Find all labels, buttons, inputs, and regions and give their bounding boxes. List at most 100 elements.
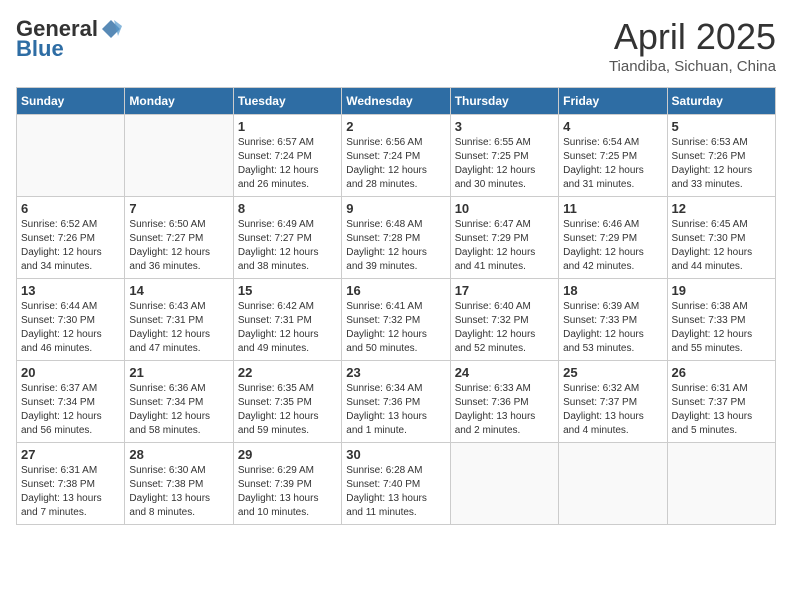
day-detail: Sunrise: 6:36 AM Sunset: 7:34 PM Dayligh… [129,382,228,438]
day-number: 14 [129,283,228,298]
month-title: April 2025 [609,16,776,58]
calendar-cell: 29 Sunrise: 6:29 AM Sunset: 7:39 PM Dayli… [233,443,341,525]
calendar-cell [17,115,125,197]
calendar-cell: 17 Sunrise: 6:40 AM Sunset: 7:32 PM Dayli… [450,279,558,361]
day-number: 18 [563,283,662,298]
day-of-week-header: Saturday [667,88,775,115]
day-detail: Sunrise: 6:33 AM Sunset: 7:36 PM Dayligh… [455,382,554,438]
day-number: 21 [129,365,228,380]
day-number: 15 [238,283,337,298]
day-number: 10 [455,201,554,216]
calendar-cell: 30Sunrise: 6:28 AM Sunset: 7:40 PM Dayli… [342,443,450,525]
day-number: 27 [21,447,120,462]
calendar-cell [125,115,233,197]
day-of-week-header: Friday [559,88,667,115]
day-number: 11 [563,201,662,216]
calendar-cell: 26 Sunrise: 6:31 AM Sunset: 7:37 PM Dayli… [667,361,775,443]
calendar-week-row: 27 Sunrise: 6:31 AM Sunset: 7:38 PM Dayli… [17,443,776,525]
day-detail: Sunrise: 6:40 AM Sunset: 7:32 PM Dayligh… [455,300,554,356]
day-detail: Sunrise: 6:31 AM Sunset: 7:38 PM Dayligh… [21,464,120,520]
day-detail: Sunrise: 6:32 AM Sunset: 7:37 PM Dayligh… [563,382,662,438]
day-of-week-header: Wednesday [342,88,450,115]
day-detail: Sunrise: 6:35 AM Sunset: 7:35 PM Dayligh… [238,382,337,438]
calendar-cell: 2 Sunrise: 6:56 AM Sunset: 7:24 PM Daylig… [342,115,450,197]
day-detail: Sunrise: 6:44 AM Sunset: 7:30 PM Dayligh… [21,300,120,356]
calendar-week-row: 1Sunrise: 6:57 AM Sunset: 7:24 PM Daylig… [17,115,776,197]
day-of-week-header: Tuesday [233,88,341,115]
day-detail: Sunrise: 6:41 AM Sunset: 7:32 PM Dayligh… [346,300,445,356]
calendar-table: SundayMondayTuesdayWednesdayThursdayFrid… [16,87,776,525]
day-number: 2 [346,119,445,134]
day-detail: Sunrise: 6:39 AM Sunset: 7:33 PM Dayligh… [563,300,662,356]
logo-blue: Blue [16,36,64,62]
page-header: General Blue April 2025 Tiandiba, Sichua… [16,16,776,75]
day-detail: Sunrise: 6:53 AM Sunset: 7:26 PM Dayligh… [672,136,771,192]
day-number: 16 [346,283,445,298]
day-number: 26 [672,365,771,380]
calendar-cell: 7 Sunrise: 6:50 AM Sunset: 7:27 PM Daylig… [125,197,233,279]
day-number: 7 [129,201,228,216]
calendar-cell: 19 Sunrise: 6:38 AM Sunset: 7:33 PM Dayli… [667,279,775,361]
day-detail: Sunrise: 6:48 AM Sunset: 7:28 PM Dayligh… [346,218,445,274]
calendar-cell: 16 Sunrise: 6:41 AM Sunset: 7:32 PM Dayli… [342,279,450,361]
day-number: 22 [238,365,337,380]
day-detail: Sunrise: 6:37 AM Sunset: 7:34 PM Dayligh… [21,382,120,438]
day-detail: Sunrise: 6:42 AM Sunset: 7:31 PM Dayligh… [238,300,337,356]
day-detail: Sunrise: 6:43 AM Sunset: 7:31 PM Dayligh… [129,300,228,356]
day-number: 5 [672,119,771,134]
calendar-cell: 6 Sunrise: 6:52 AM Sunset: 7:26 PM Daylig… [17,197,125,279]
title-block: April 2025 Tiandiba, Sichuan, China [609,16,776,75]
day-number: 17 [455,283,554,298]
calendar-cell: 9 Sunrise: 6:48 AM Sunset: 7:28 PM Daylig… [342,197,450,279]
day-detail: Sunrise: 6:55 AM Sunset: 7:25 PM Dayligh… [455,136,554,192]
day-detail: Sunrise: 6:46 AM Sunset: 7:29 PM Dayligh… [563,218,662,274]
day-detail: Sunrise: 6:57 AM Sunset: 7:24 PM Dayligh… [238,136,337,192]
day-number: 4 [563,119,662,134]
day-number: 9 [346,201,445,216]
calendar-cell: 14 Sunrise: 6:43 AM Sunset: 7:31 PM Dayli… [125,279,233,361]
day-detail: Sunrise: 6:56 AM Sunset: 7:24 PM Dayligh… [346,136,445,192]
calendar-cell: 23 Sunrise: 6:34 AM Sunset: 7:36 PM Dayli… [342,361,450,443]
day-detail: Sunrise: 6:38 AM Sunset: 7:33 PM Dayligh… [672,300,771,356]
calendar-cell: 27 Sunrise: 6:31 AM Sunset: 7:38 PM Dayli… [17,443,125,525]
calendar-week-row: 6 Sunrise: 6:52 AM Sunset: 7:26 PM Daylig… [17,197,776,279]
day-detail: Sunrise: 6:45 AM Sunset: 7:30 PM Dayligh… [672,218,771,274]
calendar-cell [667,443,775,525]
day-detail: Sunrise: 6:52 AM Sunset: 7:26 PM Dayligh… [21,218,120,274]
day-number: 20 [21,365,120,380]
day-detail: Sunrise: 6:49 AM Sunset: 7:27 PM Dayligh… [238,218,337,274]
calendar-cell: 20 Sunrise: 6:37 AM Sunset: 7:34 PM Dayli… [17,361,125,443]
day-number: 8 [238,201,337,216]
day-number: 12 [672,201,771,216]
day-number: 23 [346,365,445,380]
day-number: 19 [672,283,771,298]
day-detail: Sunrise: 6:54 AM Sunset: 7:25 PM Dayligh… [563,136,662,192]
day-detail: Sunrise: 6:47 AM Sunset: 7:29 PM Dayligh… [455,218,554,274]
location: Tiandiba, Sichuan, China [609,58,776,75]
day-number: 25 [563,365,662,380]
calendar-cell: 3 Sunrise: 6:55 AM Sunset: 7:25 PM Daylig… [450,115,558,197]
day-detail: Sunrise: 6:50 AM Sunset: 7:27 PM Dayligh… [129,218,228,274]
day-number: 29 [238,447,337,462]
calendar-cell: 5 Sunrise: 6:53 AM Sunset: 7:26 PM Daylig… [667,115,775,197]
calendar-cell: 12 Sunrise: 6:45 AM Sunset: 7:30 PM Dayli… [667,197,775,279]
calendar-cell: 25 Sunrise: 6:32 AM Sunset: 7:37 PM Dayli… [559,361,667,443]
day-number: 3 [455,119,554,134]
calendar-cell: 4 Sunrise: 6:54 AM Sunset: 7:25 PM Daylig… [559,115,667,197]
calendar-cell: 15 Sunrise: 6:42 AM Sunset: 7:31 PM Dayli… [233,279,341,361]
calendar-cell: 11 Sunrise: 6:46 AM Sunset: 7:29 PM Dayli… [559,197,667,279]
logo-icon [100,18,122,40]
day-detail: Sunrise: 6:29 AM Sunset: 7:39 PM Dayligh… [238,464,337,520]
day-number: 6 [21,201,120,216]
calendar-cell: 8 Sunrise: 6:49 AM Sunset: 7:27 PM Daylig… [233,197,341,279]
calendar-cell: 13 Sunrise: 6:44 AM Sunset: 7:30 PM Dayli… [17,279,125,361]
calendar-cell: 1Sunrise: 6:57 AM Sunset: 7:24 PM Daylig… [233,115,341,197]
calendar-cell: 22 Sunrise: 6:35 AM Sunset: 7:35 PM Dayli… [233,361,341,443]
day-of-week-header: Thursday [450,88,558,115]
day-detail: Sunrise: 6:31 AM Sunset: 7:37 PM Dayligh… [672,382,771,438]
calendar-cell: 28Sunrise: 6:30 AM Sunset: 7:38 PM Dayli… [125,443,233,525]
calendar-week-row: 20 Sunrise: 6:37 AM Sunset: 7:34 PM Dayli… [17,361,776,443]
day-detail: Sunrise: 6:34 AM Sunset: 7:36 PM Dayligh… [346,382,445,438]
day-number: 13 [21,283,120,298]
calendar-header-row: SundayMondayTuesdayWednesdayThursdayFrid… [17,88,776,115]
